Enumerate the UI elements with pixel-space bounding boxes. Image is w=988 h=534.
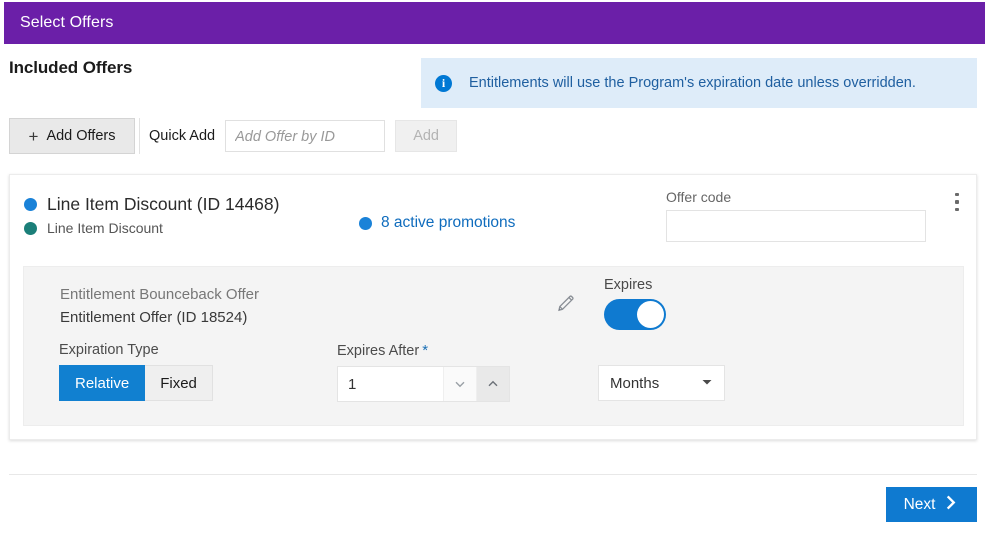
expiration-type-label: Expiration Type — [59, 342, 159, 358]
offer-code-block: Offer code — [666, 189, 926, 242]
entitlement-name: Entitlement Bounceback Offer — [60, 286, 259, 303]
quick-add-submit-button[interactable]: Add — [395, 120, 458, 152]
active-promotions-label: 8 active promotions — [381, 214, 516, 231]
chevron-down-icon — [701, 375, 713, 392]
expiration-type-block: Expiration Type Relative Fixed — [59, 342, 213, 401]
offer-type-dot-icon — [24, 221, 37, 235]
offer-status-dot-icon — [24, 198, 37, 211]
quick-add-input[interactable] — [225, 120, 386, 152]
offers-toolbar: + Add Offers Quick Add Add — [0, 118, 988, 168]
expiration-type-fixed-option[interactable]: Fixed — [145, 365, 213, 401]
quick-add-label: Quick Add — [149, 128, 216, 144]
expires-after-input[interactable] — [338, 367, 443, 401]
offer-code-input[interactable] — [666, 210, 926, 242]
next-button[interactable]: Next — [886, 487, 977, 522]
entitlement-id: Entitlement Offer (ID 18524) — [60, 309, 248, 326]
expires-after-decrement-button[interactable] — [443, 367, 476, 401]
active-promotions-link[interactable]: 8 active promotions — [359, 214, 515, 232]
expiration-type-segmented-control: Relative Fixed — [59, 365, 213, 401]
page-heading-row: Included Offers i Entitlements will use … — [0, 44, 988, 110]
expires-after-label: Expires After * — [337, 342, 510, 359]
expires-after-increment-button[interactable] — [476, 367, 509, 401]
offer-title-row: Line Item Discount (ID 14468) — [24, 194, 279, 215]
footer-divider — [9, 474, 977, 475]
expires-toggle-knob — [637, 301, 664, 328]
required-field-marker: * — [422, 342, 429, 359]
kebab-dot-icon — [955, 200, 959, 204]
expires-toggle[interactable] — [604, 299, 666, 330]
offer-subtitle: Line Item Discount — [47, 220, 163, 236]
add-offers-button[interactable]: + Add Offers — [9, 118, 135, 154]
expiration-unit-label — [598, 342, 725, 358]
entitlement-panel: Entitlement Bounceback Offer Entitlement… — [23, 266, 964, 426]
offer-card: Line Item Discount (ID 14468) Line Item … — [9, 174, 977, 440]
info-icon: i — [435, 74, 452, 92]
expires-after-block: Expires After * — [337, 342, 510, 402]
chevron-right-icon — [944, 495, 959, 515]
offer-card-header: Line Item Discount (ID 14468) Line Item … — [10, 175, 976, 253]
kebab-dot-icon — [955, 207, 959, 212]
plus-icon: + — [28, 126, 39, 146]
window-titlebar: Select Offers — [4, 2, 985, 44]
expires-after-label-text: Expires After — [337, 343, 420, 359]
info-banner: i Entitlements will use the Program's ex… — [421, 58, 977, 108]
add-offers-button-label: Add Offers — [46, 128, 116, 144]
expires-label: Expires — [604, 277, 653, 293]
expiration-unit-value: Months — [610, 374, 660, 392]
expires-after-field — [337, 366, 510, 402]
page-title: Included Offers — [9, 58, 133, 77]
offer-subtitle-row: Line Item Discount — [24, 220, 163, 236]
pencil-icon[interactable] — [554, 291, 578, 315]
offer-title: Line Item Discount (ID 14468) — [47, 194, 280, 214]
expiration-type-relative-option[interactable]: Relative — [59, 365, 146, 401]
toolbar-divider — [139, 118, 140, 154]
expiration-unit-block: Months — [598, 342, 725, 401]
expires-block: Expires — [604, 277, 666, 330]
window-title: Select Offers — [20, 14, 114, 31]
promotions-dot-icon — [359, 216, 372, 230]
offer-card-menu-button[interactable] — [946, 187, 968, 217]
offer-code-label: Offer code — [666, 189, 732, 205]
expiration-unit-select[interactable]: Months — [598, 365, 725, 401]
kebab-dot-icon — [955, 192, 959, 197]
next-button-label: Next — [903, 495, 936, 513]
info-banner-message: Entitlements will use the Program's expi… — [469, 75, 916, 91]
